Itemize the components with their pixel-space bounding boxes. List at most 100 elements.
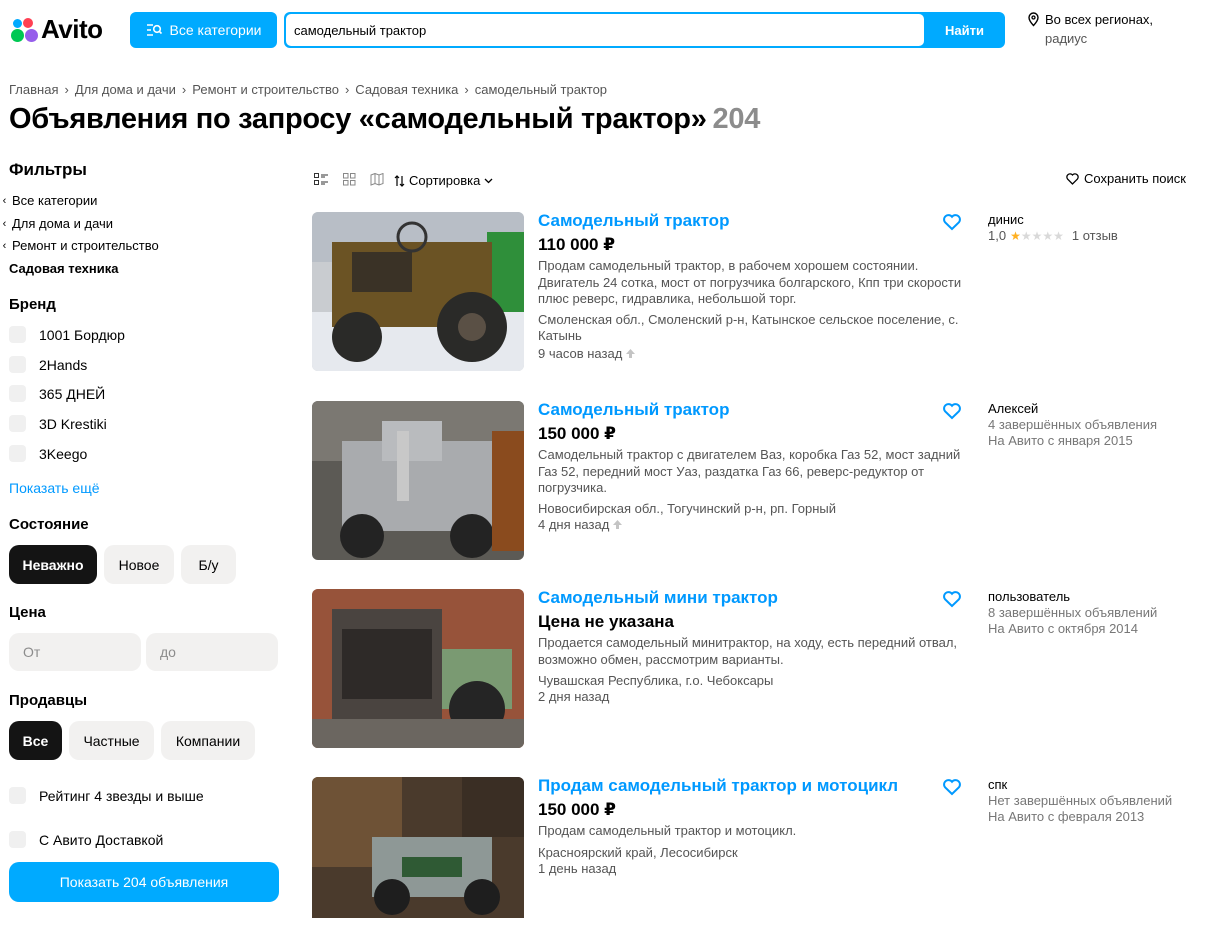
location-pin-icon xyxy=(1028,12,1039,27)
seller-option[interactable]: Компании xyxy=(161,721,255,760)
seller-name[interactable]: спк xyxy=(988,777,1172,793)
show-more-link[interactable]: Показать ещё xyxy=(9,480,100,496)
breadcrumb-item[interactable]: самодельный трактор xyxy=(475,82,607,97)
logo-dots-icon xyxy=(9,15,39,45)
save-search-button[interactable]: Сохранить поиск xyxy=(1066,171,1186,186)
results-count: 204 xyxy=(712,103,761,135)
seller-name[interactable]: Алексей xyxy=(988,401,1157,417)
seller-option[interactable]: Частные xyxy=(69,721,154,760)
listing-photo[interactable] xyxy=(312,401,524,560)
price-from-input[interactable]: От xyxy=(9,633,141,671)
chevron-left-icon: ‹ xyxy=(2,217,7,230)
checkbox[interactable] xyxy=(9,385,26,402)
logo-text: Avito xyxy=(41,14,103,44)
seller-since: На Авито с января 2015 xyxy=(988,433,1133,448)
brand-checkbox[interactable]: 3D Krestiki xyxy=(9,415,107,432)
menu-search-icon xyxy=(146,24,162,36)
checkbox[interactable] xyxy=(9,831,26,848)
page-title-text: Объявления по запросу «самодельный тракт… xyxy=(9,103,707,135)
seller-since: На Авито с октября 2014 xyxy=(988,621,1138,636)
seller-name[interactable]: пользователь xyxy=(988,589,1157,605)
search-button[interactable]: Найти xyxy=(924,12,1005,48)
category-link[interactable]: ‹ Для дома и дачи xyxy=(0,213,284,236)
avito-logo[interactable]: Avito xyxy=(9,14,103,45)
search-input[interactable] xyxy=(286,14,924,46)
rating-filter[interactable]: Рейтинг 4 звезды и выше xyxy=(9,787,204,804)
breadcrumb-item[interactable]: Для дома и дачи xyxy=(75,82,176,97)
listing-title[interactable]: Самодельный трактор xyxy=(538,400,729,420)
chevron-right-icon: › xyxy=(464,82,469,97)
listing-card[interactable]: Самодельный трактор 110 000 ₽ Продам сам… xyxy=(312,211,1192,372)
listing-card[interactable]: Самодельный трактор 150 000 ₽ Самодельны… xyxy=(312,400,1192,561)
brand-label: 365 ДНЕЙ xyxy=(39,385,106,402)
listing-time-text: 4 дня назад xyxy=(538,517,610,532)
seller-option[interactable]: Все xyxy=(9,721,62,760)
rating-filter-label: Рейтинг 4 звезды и выше xyxy=(39,787,204,804)
breadcrumb-item[interactable]: Ремонт и строительство xyxy=(192,82,339,97)
current-category: Садовая техника xyxy=(9,260,119,276)
price-title: Цена xyxy=(9,604,46,621)
category-link[interactable]: ‹ Ремонт и строительство xyxy=(0,235,284,258)
listing-location: Смоленская обл., Смоленский р-н, Катынск… xyxy=(538,312,959,343)
sort-dropdown[interactable]: Сортировка xyxy=(394,173,493,188)
listing-photo[interactable] xyxy=(312,589,524,748)
brand-label: 3Keego xyxy=(39,445,88,462)
breadcrumb-item[interactable]: Садовая техника xyxy=(355,82,458,97)
checkbox[interactable] xyxy=(9,415,26,432)
region-selector[interactable]: Во всех регионах, радиус xyxy=(1027,10,1153,48)
view-switcher xyxy=(312,170,386,188)
listing-description: Продается самодельный минитрактор, на хо… xyxy=(538,635,958,667)
list-view-icon[interactable] xyxy=(312,170,330,188)
category-link[interactable]: ‹ Все категории xyxy=(0,190,284,213)
condition-option[interactable]: Б/у xyxy=(181,545,236,584)
favorite-heart-icon[interactable] xyxy=(942,401,962,421)
map-view-icon[interactable] xyxy=(368,170,386,188)
reviews-count[interactable]: 1 отзыв xyxy=(1072,228,1118,244)
listing-time: 9 часов назад xyxy=(538,346,636,361)
chevron-down-icon xyxy=(484,178,493,183)
listing-title[interactable]: Самодельный мини трактор xyxy=(538,588,778,608)
category-tree: ‹ Все категории ‹ Для дома и дачи ‹ Ремонт … xyxy=(3,190,284,280)
listing-title[interactable]: Продам самодельный трактор и мотоцикл xyxy=(538,776,898,796)
price-to-input[interactable]: до xyxy=(146,633,278,671)
brand-checkbox[interactable]: 365 ДНЕЙ xyxy=(9,385,105,402)
checkbox[interactable] xyxy=(9,356,26,373)
seller-rating: 1,0 ★★★★★ 1 отзыв xyxy=(988,228,1118,244)
listing-price: 150 000 ₽ xyxy=(538,800,617,819)
listing-location: Чувашская Республика, г.о. Чебоксары xyxy=(538,673,774,688)
breadcrumb-item[interactable]: Главная xyxy=(9,82,58,97)
delivery-filter[interactable]: С Авито Доставкой xyxy=(9,831,163,848)
listing-time: 2 дня назад xyxy=(538,689,609,704)
seller-info: динис 1,0 ★★★★★ 1 отзыв xyxy=(988,212,1118,244)
seller-name[interactable]: динис xyxy=(988,212,1118,228)
brand-checkbox[interactable]: 3Keego xyxy=(9,445,87,462)
all-categories-button[interactable]: Все категории xyxy=(130,12,277,48)
grid-view-icon[interactable] xyxy=(340,170,358,188)
seller-info: пользователь 8 завершённых объявлений На… xyxy=(988,589,1157,637)
favorite-heart-icon[interactable] xyxy=(942,777,962,797)
condition-option[interactable]: Новое xyxy=(104,545,174,584)
show-results-button[interactable]: Показать 204 объявления xyxy=(9,862,279,902)
favorite-heart-icon[interactable] xyxy=(942,212,962,232)
sort-arrows-icon xyxy=(394,174,405,187)
listing-time: 1 день назад xyxy=(538,861,616,876)
listing-time-text: 1 день назад xyxy=(538,861,617,876)
checkbox[interactable] xyxy=(9,326,26,343)
listing-card[interactable]: Продам самодельный трактор и мотоцикл 15… xyxy=(312,776,1192,918)
listing-time-text: 9 часов назад xyxy=(538,346,623,361)
radius-label: радиус xyxy=(1045,31,1088,46)
condition-option[interactable]: Неважно xyxy=(9,545,97,584)
brand-title: Бренд xyxy=(9,296,56,313)
listing-photo[interactable] xyxy=(312,777,524,918)
brand-label: 2Hands xyxy=(39,356,88,373)
checkbox[interactable] xyxy=(9,445,26,462)
listing-description: Продам самодельный трактор и мотоцикл. xyxy=(538,823,797,838)
listing-card[interactable]: Самодельный мини трактор Цена не указана… xyxy=(312,588,1192,749)
brand-checkbox[interactable]: 1001 Бордюр xyxy=(9,326,125,343)
listing-title[interactable]: Самодельный трактор xyxy=(538,211,729,231)
brand-checkbox[interactable]: 2Hands xyxy=(9,356,87,373)
listing-photo[interactable] xyxy=(312,212,524,371)
checkbox[interactable] xyxy=(9,787,26,804)
brand-label: 3D Krestiki xyxy=(39,415,107,432)
favorite-heart-icon[interactable] xyxy=(942,589,962,609)
